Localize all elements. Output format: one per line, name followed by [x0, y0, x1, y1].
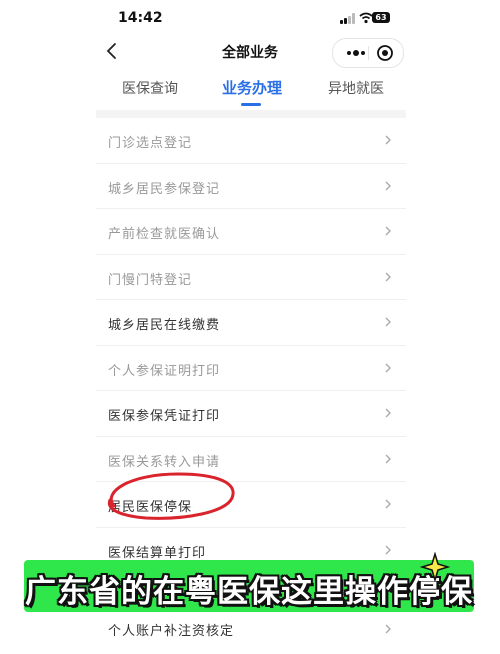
chevron-right-icon	[385, 408, 391, 418]
tab-business-handling[interactable]: 业务办理	[222, 77, 282, 98]
active-tab-indicator	[241, 103, 261, 106]
list-item[interactable]: 医保参保凭证打印	[96, 391, 406, 437]
list-item-label: 个人账户补注资核定	[108, 624, 235, 639]
close-program-icon[interactable]	[373, 42, 397, 64]
list-item-label: 个人参保证明打印	[108, 363, 221, 379]
chevron-right-icon	[385, 624, 391, 634]
list-item-label: 医保关系转入申请	[108, 454, 221, 470]
tab-insurance-query[interactable]: 医保查询	[122, 78, 178, 98]
list-item-label: 门诊选点登记	[108, 136, 193, 151]
wifi-icon	[359, 12, 373, 24]
status-time: 14:42	[118, 10, 163, 26]
list-item[interactable]: 个人参保证明打印	[96, 346, 406, 391]
chevron-right-icon	[385, 545, 391, 554]
list-item-label: 产前检查就医确认	[108, 227, 221, 242]
section-divider	[96, 110, 406, 118]
chevron-right-icon	[385, 499, 391, 509]
list-item-label: 居民医保停保	[108, 500, 193, 515]
list-item[interactable]: 门慢门特登记	[96, 255, 406, 300]
chevron-right-icon	[385, 272, 391, 281]
list-item-label: 医保参保凭证打印	[108, 409, 221, 424]
business-list: 门诊选点登记 城乡居民参保登记 产前检查就医确认 门慢门特登记 城乡居民在线缴费…	[96, 118, 406, 573]
tab-out-of-town-medical[interactable]: 异地就医	[328, 78, 384, 98]
status-bar: 14:42 63	[0, 0, 500, 34]
list-item[interactable]: 门诊选点登记	[96, 118, 406, 164]
capsule-divider	[368, 46, 369, 60]
list-item-label: 医保结算单打印	[108, 545, 207, 561]
list-item-label: 城乡居民参保登记	[108, 181, 221, 197]
mini-program-capsule	[332, 38, 404, 68]
caption-text: 广东省的在粤医保这里操作停保	[25, 574, 473, 610]
list-item[interactable]: 医保关系转入申请	[96, 437, 406, 482]
chevron-right-icon	[385, 135, 391, 145]
list-item-label: 城乡居民在线缴费	[108, 318, 221, 333]
caption-banner: 广东省的在粤医保这里操作停保	[24, 560, 474, 612]
chevron-right-icon	[385, 226, 391, 236]
list-item[interactable]: 城乡居民参保登记	[96, 164, 406, 209]
list-item-label: 门慢门特登记	[108, 272, 193, 288]
page-title: 全部业务	[222, 45, 278, 61]
list-item-resident-insurance-stop[interactable]: 居民医保停保	[96, 482, 406, 528]
battery-icon: 63	[372, 12, 390, 23]
tab-bar: 医保查询 业务办理 异地就医	[96, 70, 406, 108]
nav-bar: 全部业务	[0, 34, 500, 70]
cellular-signal-icon	[340, 13, 356, 24]
more-options-icon[interactable]	[341, 39, 371, 67]
chevron-right-icon	[385, 363, 391, 372]
list-item[interactable]: 产前检查就医确认	[96, 209, 406, 255]
list-item[interactable]: 城乡居民在线缴费	[96, 300, 406, 346]
chevron-right-icon	[385, 181, 391, 190]
list-item[interactable]: 个人账户补注资核定	[96, 610, 406, 650]
chevron-right-icon	[385, 454, 391, 463]
chevron-right-icon	[385, 317, 391, 327]
